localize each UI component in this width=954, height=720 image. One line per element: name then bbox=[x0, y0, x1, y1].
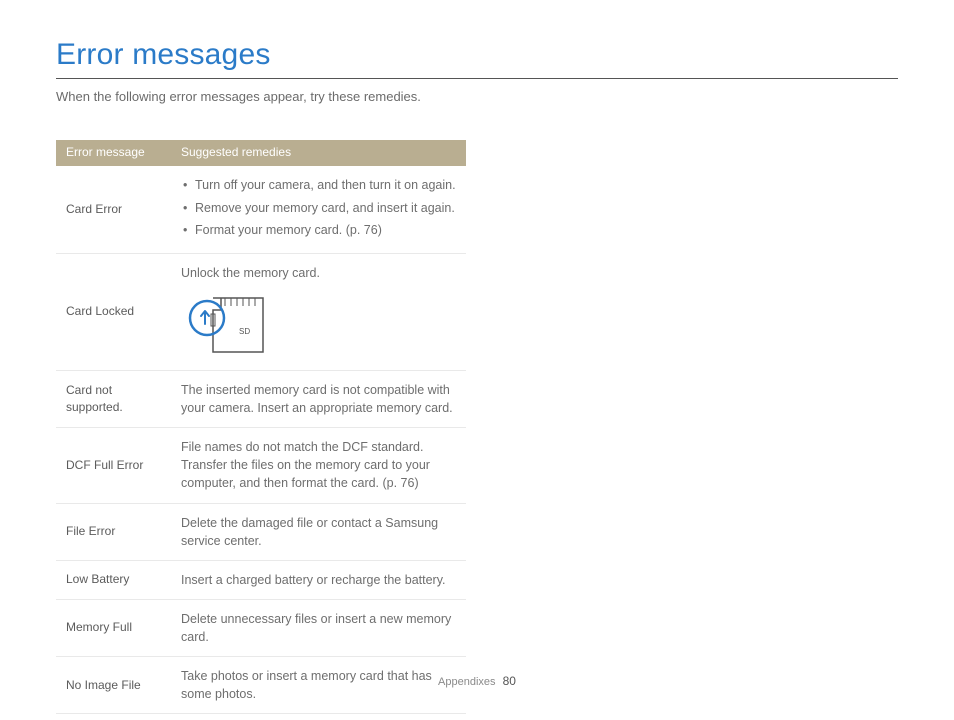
intro-text: When the following error messages appear… bbox=[56, 89, 898, 104]
remedy-item: Format your memory card. (p. 76) bbox=[181, 221, 456, 239]
table-row: Low Battery Insert a charged battery or … bbox=[56, 560, 466, 599]
error-remedy: File names do not match the DCF standard… bbox=[171, 428, 466, 503]
error-label: DCF Full Error bbox=[56, 428, 171, 503]
table-row: Card Locked Unlock the memory card. bbox=[56, 253, 466, 370]
remedy-item: Turn off your camera, and then turn it o… bbox=[181, 176, 456, 194]
error-table: Error message Suggested remedies Card Er… bbox=[56, 140, 466, 714]
footer-page-number: 80 bbox=[503, 674, 516, 688]
error-remedy: Insert a charged battery or recharge the… bbox=[171, 560, 466, 599]
error-label: File Error bbox=[56, 503, 171, 560]
table-header-remedy: Suggested remedies bbox=[171, 140, 466, 166]
error-remedy: Delete the damaged file or contact a Sam… bbox=[171, 503, 466, 560]
sd-label: SD bbox=[239, 327, 250, 336]
error-remedy: Turn off your camera, and then turn it o… bbox=[171, 166, 466, 253]
remedy-item: Remove your memory card, and insert it a… bbox=[181, 199, 456, 217]
error-remedy: Delete unnecessary files or insert a new… bbox=[171, 599, 466, 656]
table-row: File Error Delete the damaged file or co… bbox=[56, 503, 466, 560]
title-rule bbox=[56, 78, 898, 79]
error-remedy: Unlock the memory card. bbox=[171, 253, 466, 370]
page-footer: Appendixes 80 bbox=[0, 674, 954, 688]
table-header-error: Error message bbox=[56, 140, 171, 166]
table-row: Card Error Turn off your camera, and the… bbox=[56, 166, 466, 253]
error-label: Memory Full bbox=[56, 599, 171, 656]
remedy-text: Unlock the memory card. bbox=[181, 264, 456, 282]
error-label: Card not supported. bbox=[56, 370, 171, 427]
error-remedy: The inserted memory card is not compatib… bbox=[171, 370, 466, 427]
error-label: Card Locked bbox=[56, 253, 171, 370]
table-row: DCF Full Error File names do not match t… bbox=[56, 428, 466, 503]
footer-section: Appendixes bbox=[438, 676, 496, 688]
table-row: Memory Full Delete unnecessary files or … bbox=[56, 599, 466, 656]
table-row: Card not supported. The inserted memory … bbox=[56, 370, 466, 427]
sd-card-icon: SD bbox=[181, 290, 281, 360]
error-label: Low Battery bbox=[56, 560, 171, 599]
page-title: Error messages bbox=[56, 38, 898, 72]
error-label: Card Error bbox=[56, 166, 171, 253]
